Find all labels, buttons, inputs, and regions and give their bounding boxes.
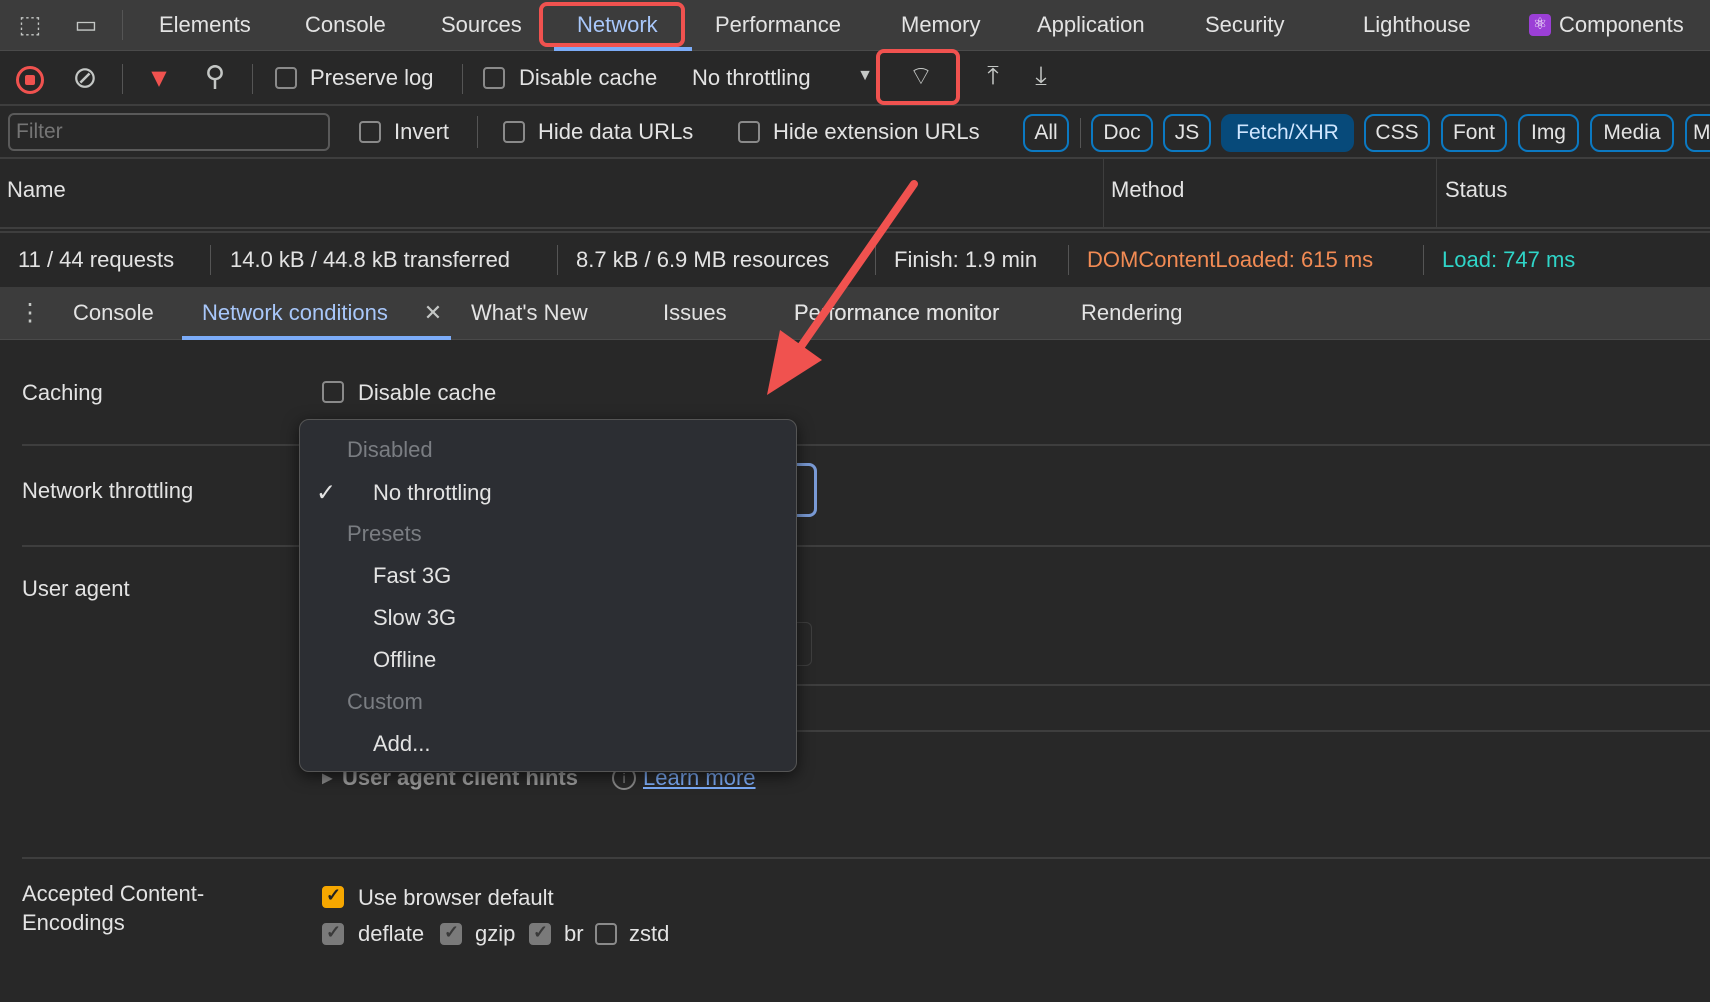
annotation-arrow [767, 180, 918, 395]
